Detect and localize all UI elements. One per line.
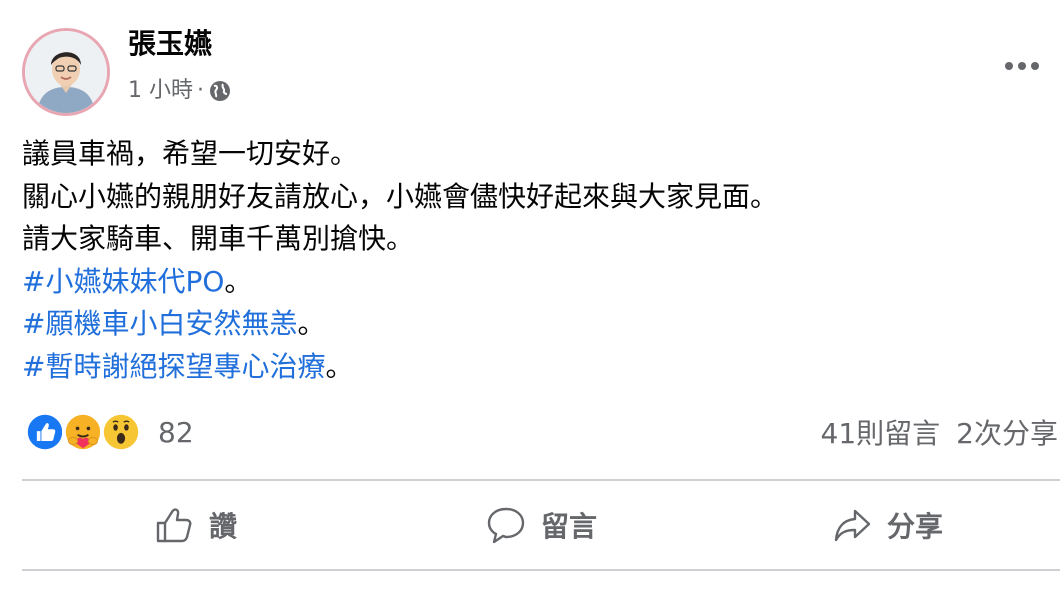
hashtag-line: #願機車小白安然無恙。 [22,303,1050,346]
reaction-icons [24,411,142,453]
care-reaction-icon [62,411,104,453]
hashtag-link[interactable]: #願機車小白安然無恙 [22,307,297,340]
hashtag-line: #暫時謝絕探望專心治療。 [22,346,1050,389]
hashtag-link[interactable]: #暫時謝絕探望專心治療 [22,350,325,383]
hashtag-suffix: 。 [224,264,253,298]
wow-reaction-icon [100,411,142,453]
facebook-post: 張玉嬿 1 小時 · 議員車禍，希望一切安好。 關心小嬿的親朋好友請放心，小嬿會… [0,0,1060,596]
hashtag-line: #小嬿妹妹代PO。 [22,261,1050,304]
reaction-count[interactable]: 82 [158,416,194,449]
reactions-summary[interactable]: 82 [24,410,194,454]
share-count[interactable]: 2次分享 [956,412,1058,452]
post-line: 請大家騎車、開車千萬別搶快。 [22,222,415,255]
post-line: 議員車禍，希望一切安好。 [22,137,359,170]
share-icon [834,509,871,542]
like-label: 讚 [208,510,237,543]
more-options-button[interactable] [998,48,1046,84]
comment-label: 留言 [540,510,597,543]
hashtag-suffix: 。 [325,349,354,383]
like-button[interactable]: 讚 [22,482,368,568]
globe-icon[interactable] [208,79,232,103]
author-name[interactable]: 張玉嬿 [128,26,212,62]
post-meta: 1 小時 · [128,76,232,106]
hashtag-link[interactable]: #小嬿妹妹代PO [22,265,224,298]
avatar[interactable] [22,28,110,116]
post-line: 關心小嬿的親朋好友請放心，小嬿會儘快好起來與大家見面。 [22,179,779,213]
hashtag-suffix: 。 [297,307,326,340]
more-horizontal-icon [1005,62,1039,70]
comment-icon [487,507,525,544]
like-reaction-icon [24,411,66,453]
action-bar: 讚 留言 分享 [22,482,1060,568]
post-body: 議員車禍，希望一切安好。 關心小嬿的親朋好友請放心，小嬿會儘快好起來與大家見面。… [22,133,1050,388]
comment-button[interactable]: 留言 [368,482,714,568]
profile-photo [25,31,107,113]
share-label: 分享 [886,510,943,543]
comment-count[interactable]: 41則留言 [821,412,941,452]
post-time[interactable]: 1 小時 [128,76,193,106]
thumbs-up-icon [156,508,192,543]
meta-separator: · [197,78,204,103]
share-button[interactable]: 分享 [714,482,1060,568]
divider [22,479,1060,481]
engagement-stats: 41則留言 2次分享 [821,410,1058,454]
divider [22,569,1060,571]
